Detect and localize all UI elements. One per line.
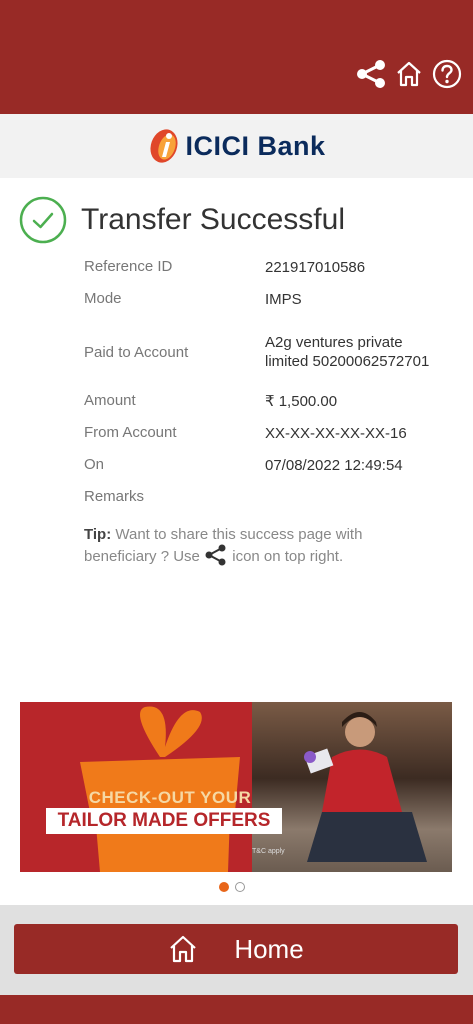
- tip-label: Tip:: [84, 526, 112, 543]
- share-tip: Tip: Want to share this success page wit…: [84, 525, 414, 566]
- detail-label: On: [84, 456, 105, 473]
- home-icon[interactable]: [393, 58, 425, 90]
- home-button[interactable]: Home: [14, 924, 458, 974]
- detail-row-on: On 07/08/2022 12:49:54: [84, 456, 434, 478]
- header-actions: [355, 58, 463, 90]
- detail-row-from-account: From Account XX-XX-XX-XX-XX-16: [84, 424, 434, 446]
- top-bar: [0, 0, 473, 114]
- detail-row-reference-id: Reference ID 221917010586: [84, 258, 434, 280]
- banner-photo: [252, 702, 452, 872]
- detail-row-remarks: Remarks: [84, 488, 434, 510]
- detail-value: 07/08/2022 12:49:54: [265, 457, 403, 474]
- detail-value: IMPS: [265, 291, 302, 308]
- banner-person-image: [304, 712, 427, 862]
- transfer-status: Transfer Successful: [19, 196, 345, 244]
- detail-label: Reference ID: [84, 258, 173, 275]
- detail-label: From Account: [84, 424, 177, 441]
- tip-text-end: icon on top right.: [228, 548, 344, 565]
- icici-logo-mark: [150, 129, 179, 163]
- detail-value: XX-XX-XX-XX-XX-16: [265, 425, 407, 442]
- detail-value: [265, 488, 434, 510]
- detail-value: 221917010586: [265, 259, 366, 276]
- offers-banner[interactable]: CHECK-OUT YOUR TAILOR MADE OFFERS T&C ap…: [20, 702, 452, 872]
- detail-label: Remarks: [84, 488, 145, 505]
- home-icon: [170, 935, 197, 963]
- detail-label: Paid to Account: [84, 343, 189, 361]
- detail-row-paid-to-account: Paid to Account A2g ventures private lim…: [84, 322, 434, 382]
- status-title: Transfer Successful: [81, 203, 345, 236]
- detail-row-mode: Mode IMPS: [84, 290, 434, 312]
- detail-value: A2g ventures private limited 50200062572…: [265, 334, 430, 370]
- detail-label: Mode: [84, 290, 122, 307]
- share-icon: [205, 544, 226, 566]
- banner-subheadline: TAILOR MADE OFFERS: [46, 808, 282, 834]
- check-circle-icon: [19, 196, 67, 244]
- home-button-label: Home: [234, 933, 304, 964]
- detail-label: Amount: [84, 392, 136, 409]
- brand-bar: ICICI Bank: [0, 114, 473, 178]
- icici-logo: ICICI Bank: [147, 127, 325, 165]
- bottom-bar: [0, 995, 473, 1024]
- banner-headline: CHECK-OUT YOUR: [88, 788, 252, 807]
- detail-value: ₹ 1,500.00: [265, 393, 338, 410]
- carousel-indicators: [219, 882, 245, 892]
- carousel-dot-1[interactable]: [219, 882, 229, 892]
- banner-fine-print: T&C apply: [252, 848, 285, 855]
- share-icon[interactable]: [355, 58, 387, 90]
- help-icon[interactable]: [431, 58, 463, 90]
- transfer-details: Reference ID 221917010586 Mode IMPS Paid…: [84, 258, 434, 510]
- gift-box-icon: [80, 706, 240, 872]
- brand-name: ICICI Bank: [185, 130, 326, 161]
- carousel-dot-2[interactable]: [235, 882, 245, 892]
- detail-row-amount: Amount ₹ 1,500.00: [84, 392, 434, 414]
